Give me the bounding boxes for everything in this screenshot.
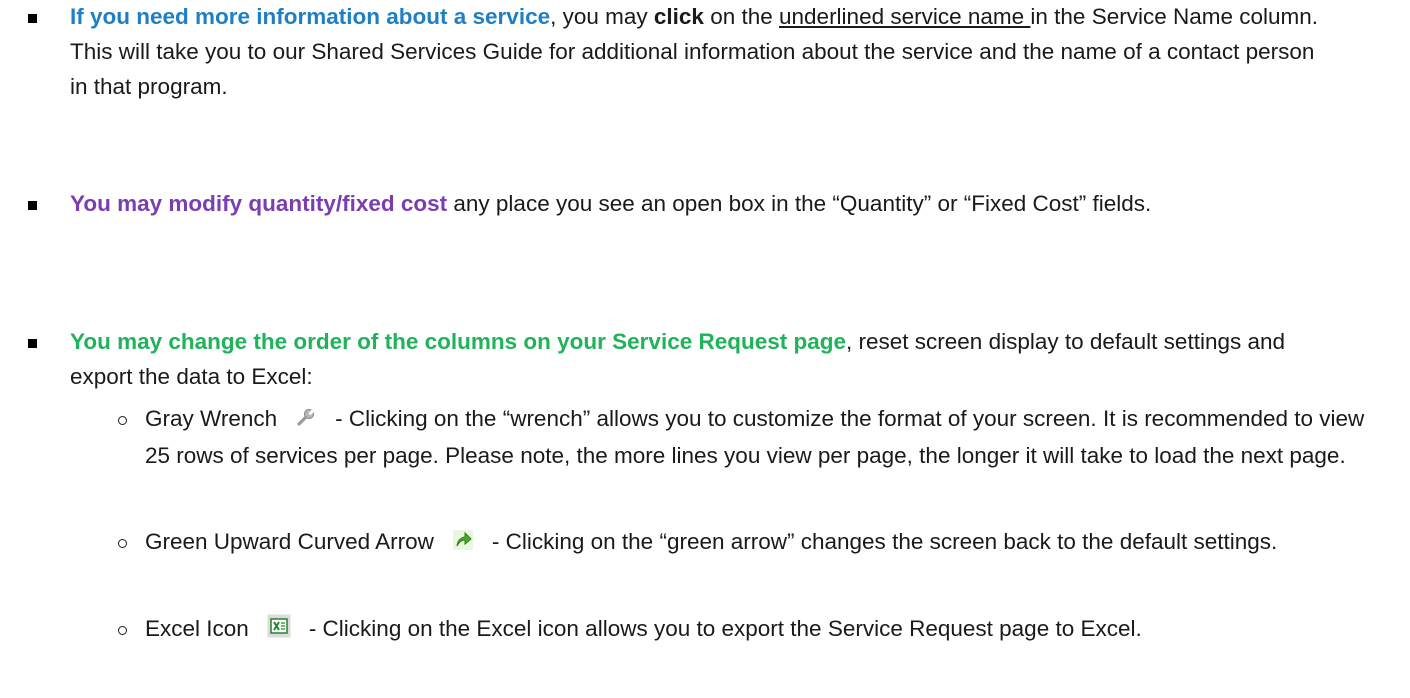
click-word: click xyxy=(653,4,704,29)
sub-bullet-circle xyxy=(118,416,127,425)
underlined-service-name-link[interactable]: underlined service name xyxy=(779,4,1030,29)
sub-bullet-circle xyxy=(118,539,127,548)
green-arrow-icon[interactable] xyxy=(452,526,474,561)
excel-description: - Clicking on the Excel icon allows you … xyxy=(308,616,1142,641)
bullet-square xyxy=(28,201,37,210)
excel-icon[interactable] xyxy=(267,613,291,648)
bullet-more-info: If you need more information about a ser… xyxy=(70,0,1330,104)
bullet-square xyxy=(28,339,37,348)
green-arrow-label: Green Upward Curved Arrow xyxy=(145,529,434,554)
bullet-change-order: You may change the order of the columns … xyxy=(70,324,1330,394)
sub-item-wrench: Gray Wrench - Clicking on the “wrench” a… xyxy=(145,401,1370,473)
sub-item-excel: Excel Icon - Clicking on the Excel icon … xyxy=(145,611,1370,648)
more-info-text-2: on the xyxy=(703,4,780,29)
wrench-description: - Clicking on the “wrench” allows you to… xyxy=(145,406,1365,468)
change-order-lead: You may change the order of the columns … xyxy=(70,329,847,354)
modify-quantity-text: any place you see an open box in the “Qu… xyxy=(447,191,1152,216)
sub-item-green-arrow: Green Upward Curved Arrow - Clicking on … xyxy=(145,524,1370,561)
more-info-text-1: , you may xyxy=(550,4,654,29)
sub-bullet-circle xyxy=(118,626,127,635)
bullet-square xyxy=(28,14,37,23)
green-arrow-description: - Clicking on the “green arrow” changes … xyxy=(491,529,1278,554)
excel-label: Excel Icon xyxy=(145,616,249,641)
wrench-icon[interactable] xyxy=(295,403,317,438)
instructions-document: If you need more information about a ser… xyxy=(0,0,1410,698)
modify-quantity-lead: You may modify quantity/fixed cost xyxy=(70,191,448,216)
more-info-lead: If you need more information about a ser… xyxy=(70,4,551,29)
wrench-label: Gray Wrench xyxy=(145,406,278,431)
bullet-modify-quantity: You may modify quantity/fixed cost any p… xyxy=(70,186,1330,221)
